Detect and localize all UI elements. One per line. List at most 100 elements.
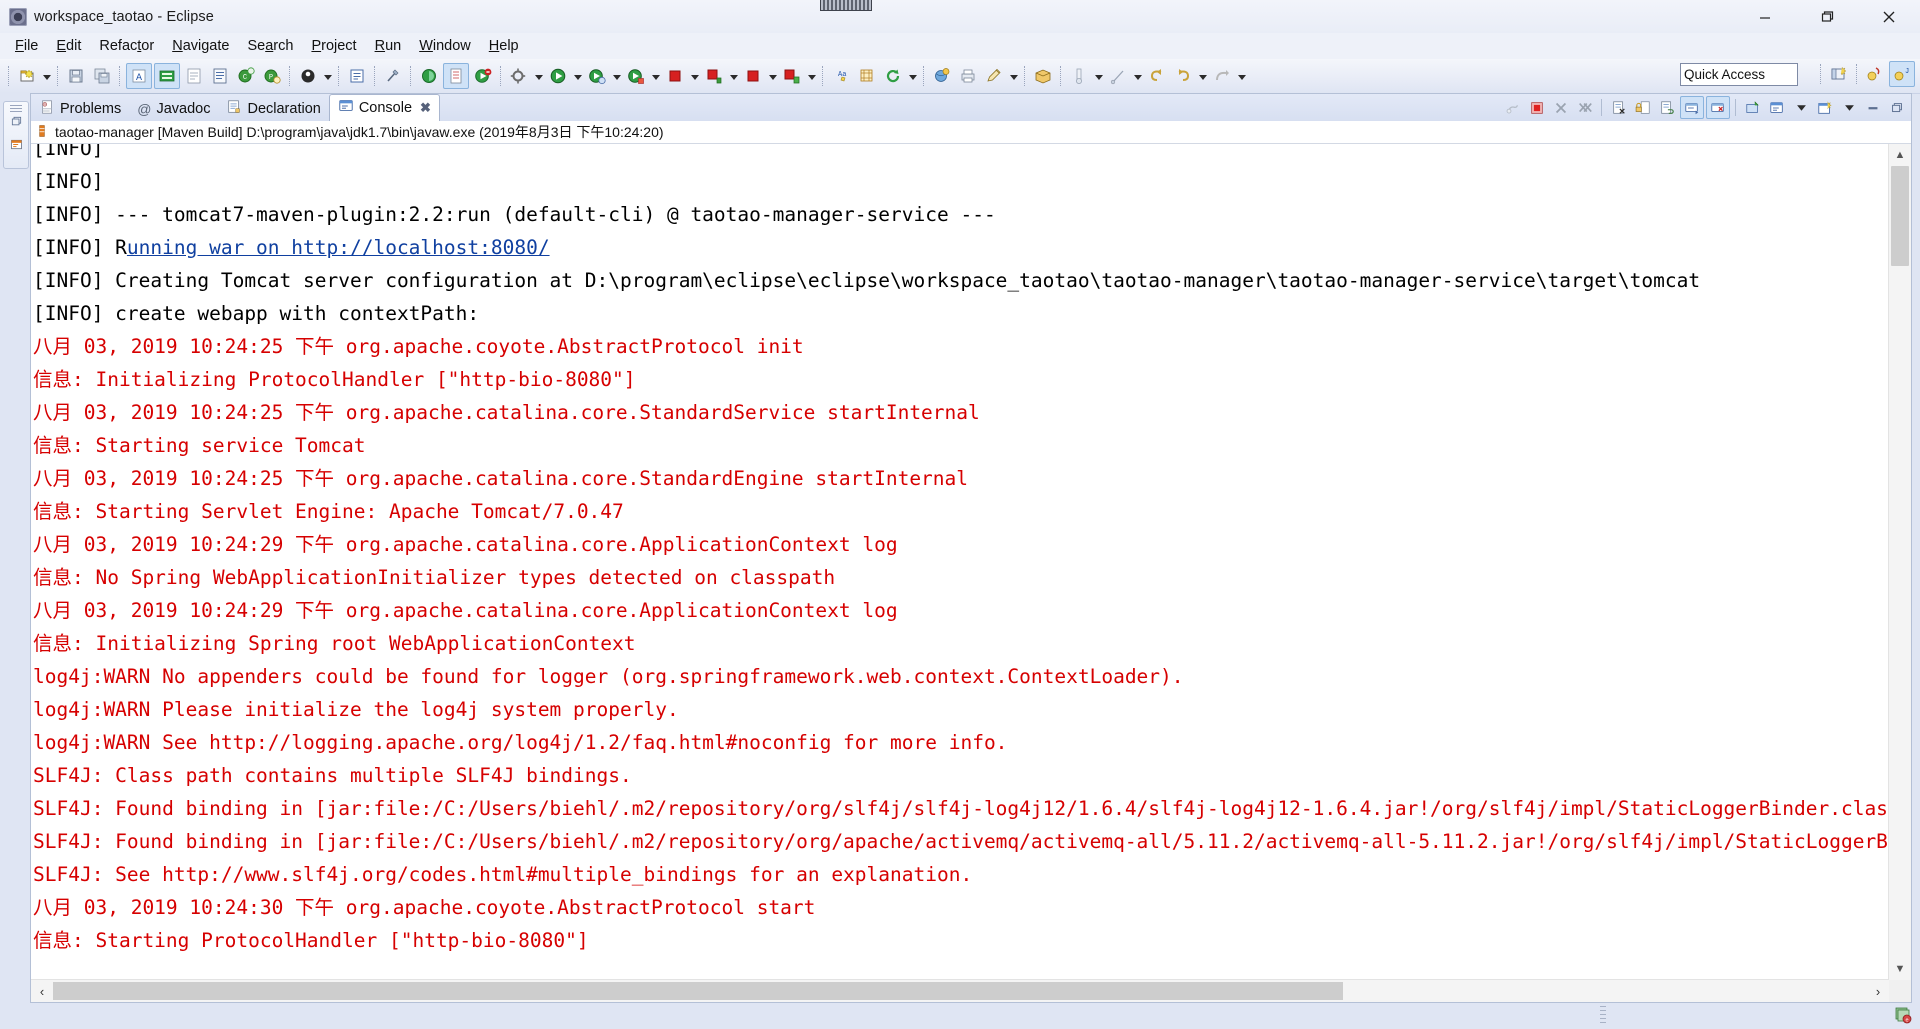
edit-icon[interactable] <box>982 64 1006 88</box>
tab-problems[interactable]: Problems <box>31 96 129 121</box>
up-icon[interactable] <box>1210 64 1234 88</box>
package-icon[interactable] <box>1031 64 1055 88</box>
terminate-green-arrow[interactable] <box>805 64 818 88</box>
scroll-left-button[interactable]: ‹ <box>31 980 53 1002</box>
word-wrap-icon[interactable] <box>1656 97 1678 118</box>
java-perspective-icon[interactable] <box>1863 62 1887 86</box>
open-perspective-icon[interactable] <box>930 64 954 88</box>
minimize-button[interactable] <box>1734 0 1796 33</box>
console-output-area[interactable]: [INFO] [INFO] [INFO] --- tomcat7-maven-plu… <box>31 144 1911 1002</box>
menu-project[interactable]: Project <box>302 36 365 56</box>
window-drag-handle[interactable] <box>820 0 872 11</box>
debug-run-arrow[interactable] <box>610 64 623 88</box>
console-hyperlink[interactable]: unning war on http://localhost:8080/ <box>127 236 550 259</box>
show-console-on-out-icon[interactable] <box>1680 96 1704 119</box>
scroll-right-button[interactable]: › <box>1867 980 1889 1002</box>
new-package-icon[interactable]: P <box>260 64 284 88</box>
clear-console-icon[interactable] <box>1608 97 1630 118</box>
forward-arrow[interactable] <box>1196 64 1209 88</box>
remove-all-launches-icon[interactable] <box>1574 97 1596 118</box>
maximize-view-icon[interactable] <box>1886 97 1908 118</box>
new-wizard-icon[interactable] <box>15 64 39 88</box>
restore-view-stack[interactable] <box>3 101 29 169</box>
menu-search[interactable]: Search <box>238 36 302 56</box>
tab-declaration[interactable]: Declaration <box>218 96 328 121</box>
measure-icon[interactable] <box>1067 64 1091 88</box>
scroll-up-button[interactable]: ▲ <box>1889 144 1911 166</box>
menu-window[interactable]: Window <box>410 36 480 56</box>
horizontal-scroll-track[interactable] <box>53 980 1867 1002</box>
remove-launch-icon[interactable] <box>1550 97 1572 118</box>
debug-icon[interactable] <box>296 64 320 88</box>
run-icon[interactable] <box>546 64 570 88</box>
vertical-scroll-thumb[interactable] <box>1891 166 1909 266</box>
terminate-green-icon[interactable] <box>780 64 804 88</box>
run-config-arrow[interactable] <box>649 64 662 88</box>
tab-javadoc[interactable]: @ Javadoc <box>129 96 218 121</box>
search-icon[interactable]: Aa <box>829 64 853 88</box>
ruler-icon[interactable] <box>1106 64 1130 88</box>
scroll-lock-icon[interactable] <box>1632 97 1654 118</box>
edit-arrow[interactable] <box>1007 64 1020 88</box>
maximize-button[interactable] <box>1796 0 1858 33</box>
resize-grip-icon[interactable] <box>1600 1006 1606 1026</box>
print-icon[interactable] <box>956 64 980 88</box>
terminate-icon[interactable] <box>663 64 687 88</box>
terminate-all2-arrow[interactable] <box>766 64 779 88</box>
display-selected-arrow[interactable] <box>1790 97 1812 118</box>
save-icon[interactable] <box>64 64 88 88</box>
run-last-icon[interactable] <box>471 64 495 88</box>
console-horizontal-scrollbar[interactable]: ‹ › <box>31 979 1889 1002</box>
measure-arrow[interactable] <box>1092 64 1105 88</box>
back-icon[interactable] <box>1145 64 1169 88</box>
save-all-icon[interactable] <box>90 64 114 88</box>
java-ee-perspective-icon[interactable]: J <box>1889 61 1915 87</box>
external-tools-icon[interactable] <box>507 64 531 88</box>
scroll-down-button[interactable]: ▼ <box>1889 958 1911 980</box>
eclipse-tray-icon[interactable]: e <box>1894 1006 1912 1029</box>
display-selected-console-icon[interactable] <box>1766 97 1788 118</box>
toggle-breakpoint-icon[interactable] <box>154 63 180 89</box>
terminate-disabled-icon[interactable] <box>1502 97 1524 118</box>
coverage-icon[interactable] <box>417 64 441 88</box>
terminate-all-icon[interactable] <box>702 64 726 88</box>
terminate-all2-icon[interactable] <box>741 64 765 88</box>
menu-edit[interactable]: Edit <box>47 36 90 56</box>
menu-file[interactable]: File <box>6 36 47 56</box>
search-ref-icon[interactable] <box>855 64 879 88</box>
show-console-on-err-icon[interactable] <box>1706 96 1730 119</box>
ruler-arrow[interactable] <box>1131 64 1144 88</box>
link-icon[interactable] <box>381 64 405 88</box>
terminate-all-arrow[interactable] <box>727 64 740 88</box>
terminate-icon[interactable] <box>1526 97 1548 118</box>
restore-icon[interactable] <box>9 114 24 134</box>
menu-help[interactable]: Help <box>480 36 528 56</box>
up-arrow[interactable] <box>1235 64 1248 88</box>
console-view-icon[interactable] <box>9 137 24 157</box>
debug-run-icon[interactable] <box>585 64 609 88</box>
debug-dropdown-arrow[interactable] <box>321 64 334 88</box>
forward-icon[interactable] <box>1171 64 1195 88</box>
refresh-arrow[interactable] <box>906 64 919 88</box>
horizontal-scroll-thumb[interactable] <box>53 982 1343 1000</box>
pin-console-icon[interactable] <box>1742 97 1764 118</box>
close-button[interactable] <box>1858 0 1920 33</box>
run-config-icon[interactable] <box>624 64 648 88</box>
terminate-arrow[interactable] <box>688 64 701 88</box>
new-class-icon[interactable]: C <box>234 64 258 88</box>
external-tools-arrow[interactable] <box>532 64 545 88</box>
menu-refactor[interactable]: Refactor <box>90 36 163 56</box>
menu-navigate[interactable]: Navigate <box>163 36 238 56</box>
quick-access-input[interactable]: Quick Access <box>1680 63 1798 86</box>
refresh-icon[interactable] <box>881 64 905 88</box>
skip-breakpoints-icon[interactable] <box>182 64 206 88</box>
open-perspective-button-icon[interactable] <box>1827 62 1851 86</box>
tab-console-close-icon[interactable]: ✖ <box>420 100 431 116</box>
minimize-view-icon[interactable] <box>1862 97 1884 118</box>
open-console-arrow[interactable] <box>1838 97 1860 118</box>
toggle-ann-icon[interactable]: A <box>126 63 152 89</box>
run-arrow[interactable] <box>571 64 584 88</box>
tab-console[interactable]: Console ✖ <box>328 94 440 121</box>
console-vertical-scrollbar[interactable]: ▲ ▼ <box>1888 144 1911 980</box>
open-console-icon[interactable] <box>1814 97 1836 118</box>
